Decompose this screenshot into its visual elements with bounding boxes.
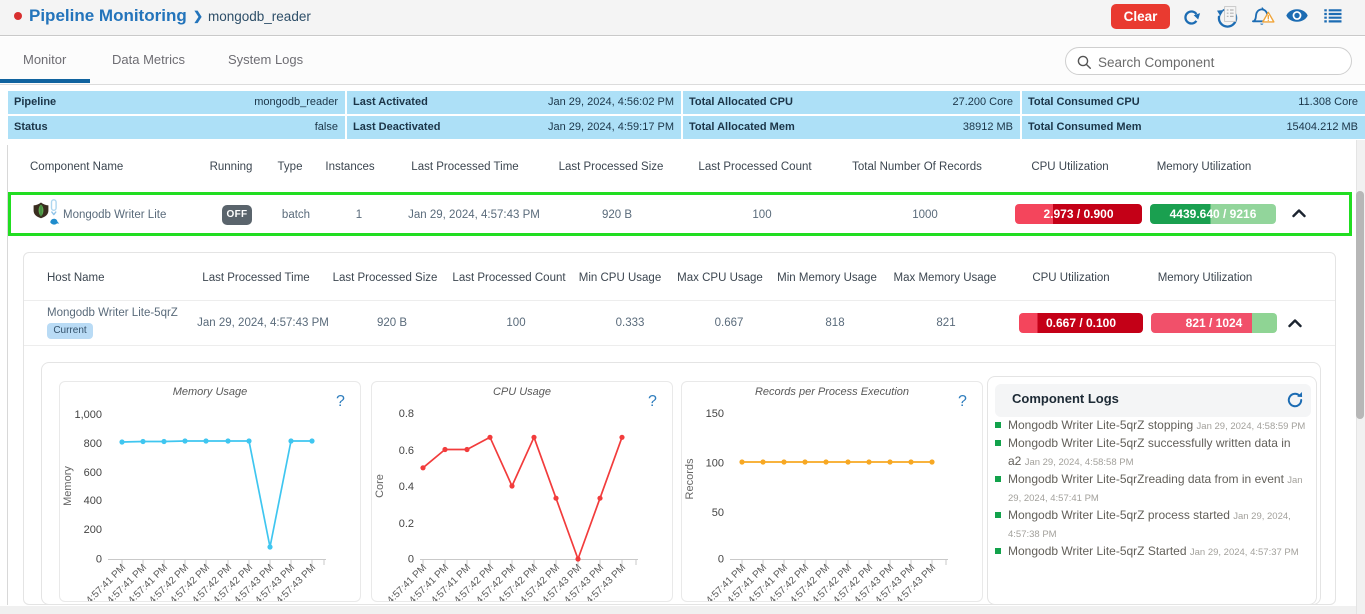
svg-text:800: 800 [84, 438, 102, 450]
svg-text:0.8: 0.8 [399, 408, 414, 420]
svg-text:0.2: 0.2 [399, 518, 414, 530]
svg-text:1,000: 1,000 [74, 409, 102, 421]
svg-text:?: ? [648, 393, 657, 410]
svg-text:0.6: 0.6 [399, 445, 414, 457]
svg-text:0.4: 0.4 [399, 481, 414, 493]
svg-text:Records per Process Execution: Records per Process Execution [755, 386, 909, 398]
svg-text:0: 0 [96, 554, 102, 566]
svg-text:150: 150 [706, 408, 724, 420]
svg-text:50: 50 [712, 507, 724, 519]
svg-text:400: 400 [84, 495, 102, 507]
svg-text:Core: Core [374, 474, 386, 498]
svg-text:Memory Usage: Memory Usage [173, 386, 248, 398]
svg-text:600: 600 [84, 467, 102, 479]
svg-text:CPU Usage: CPU Usage [493, 386, 551, 398]
svg-text:Memory: Memory [62, 466, 74, 506]
svg-text:0: 0 [408, 554, 414, 566]
svg-text:Records: Records [684, 458, 696, 499]
svg-text:?: ? [958, 393, 967, 410]
svg-text:0: 0 [718, 554, 724, 566]
svg-text:?: ? [336, 393, 345, 410]
svg-text:100: 100 [706, 458, 724, 470]
svg-text:200: 200 [84, 524, 102, 536]
